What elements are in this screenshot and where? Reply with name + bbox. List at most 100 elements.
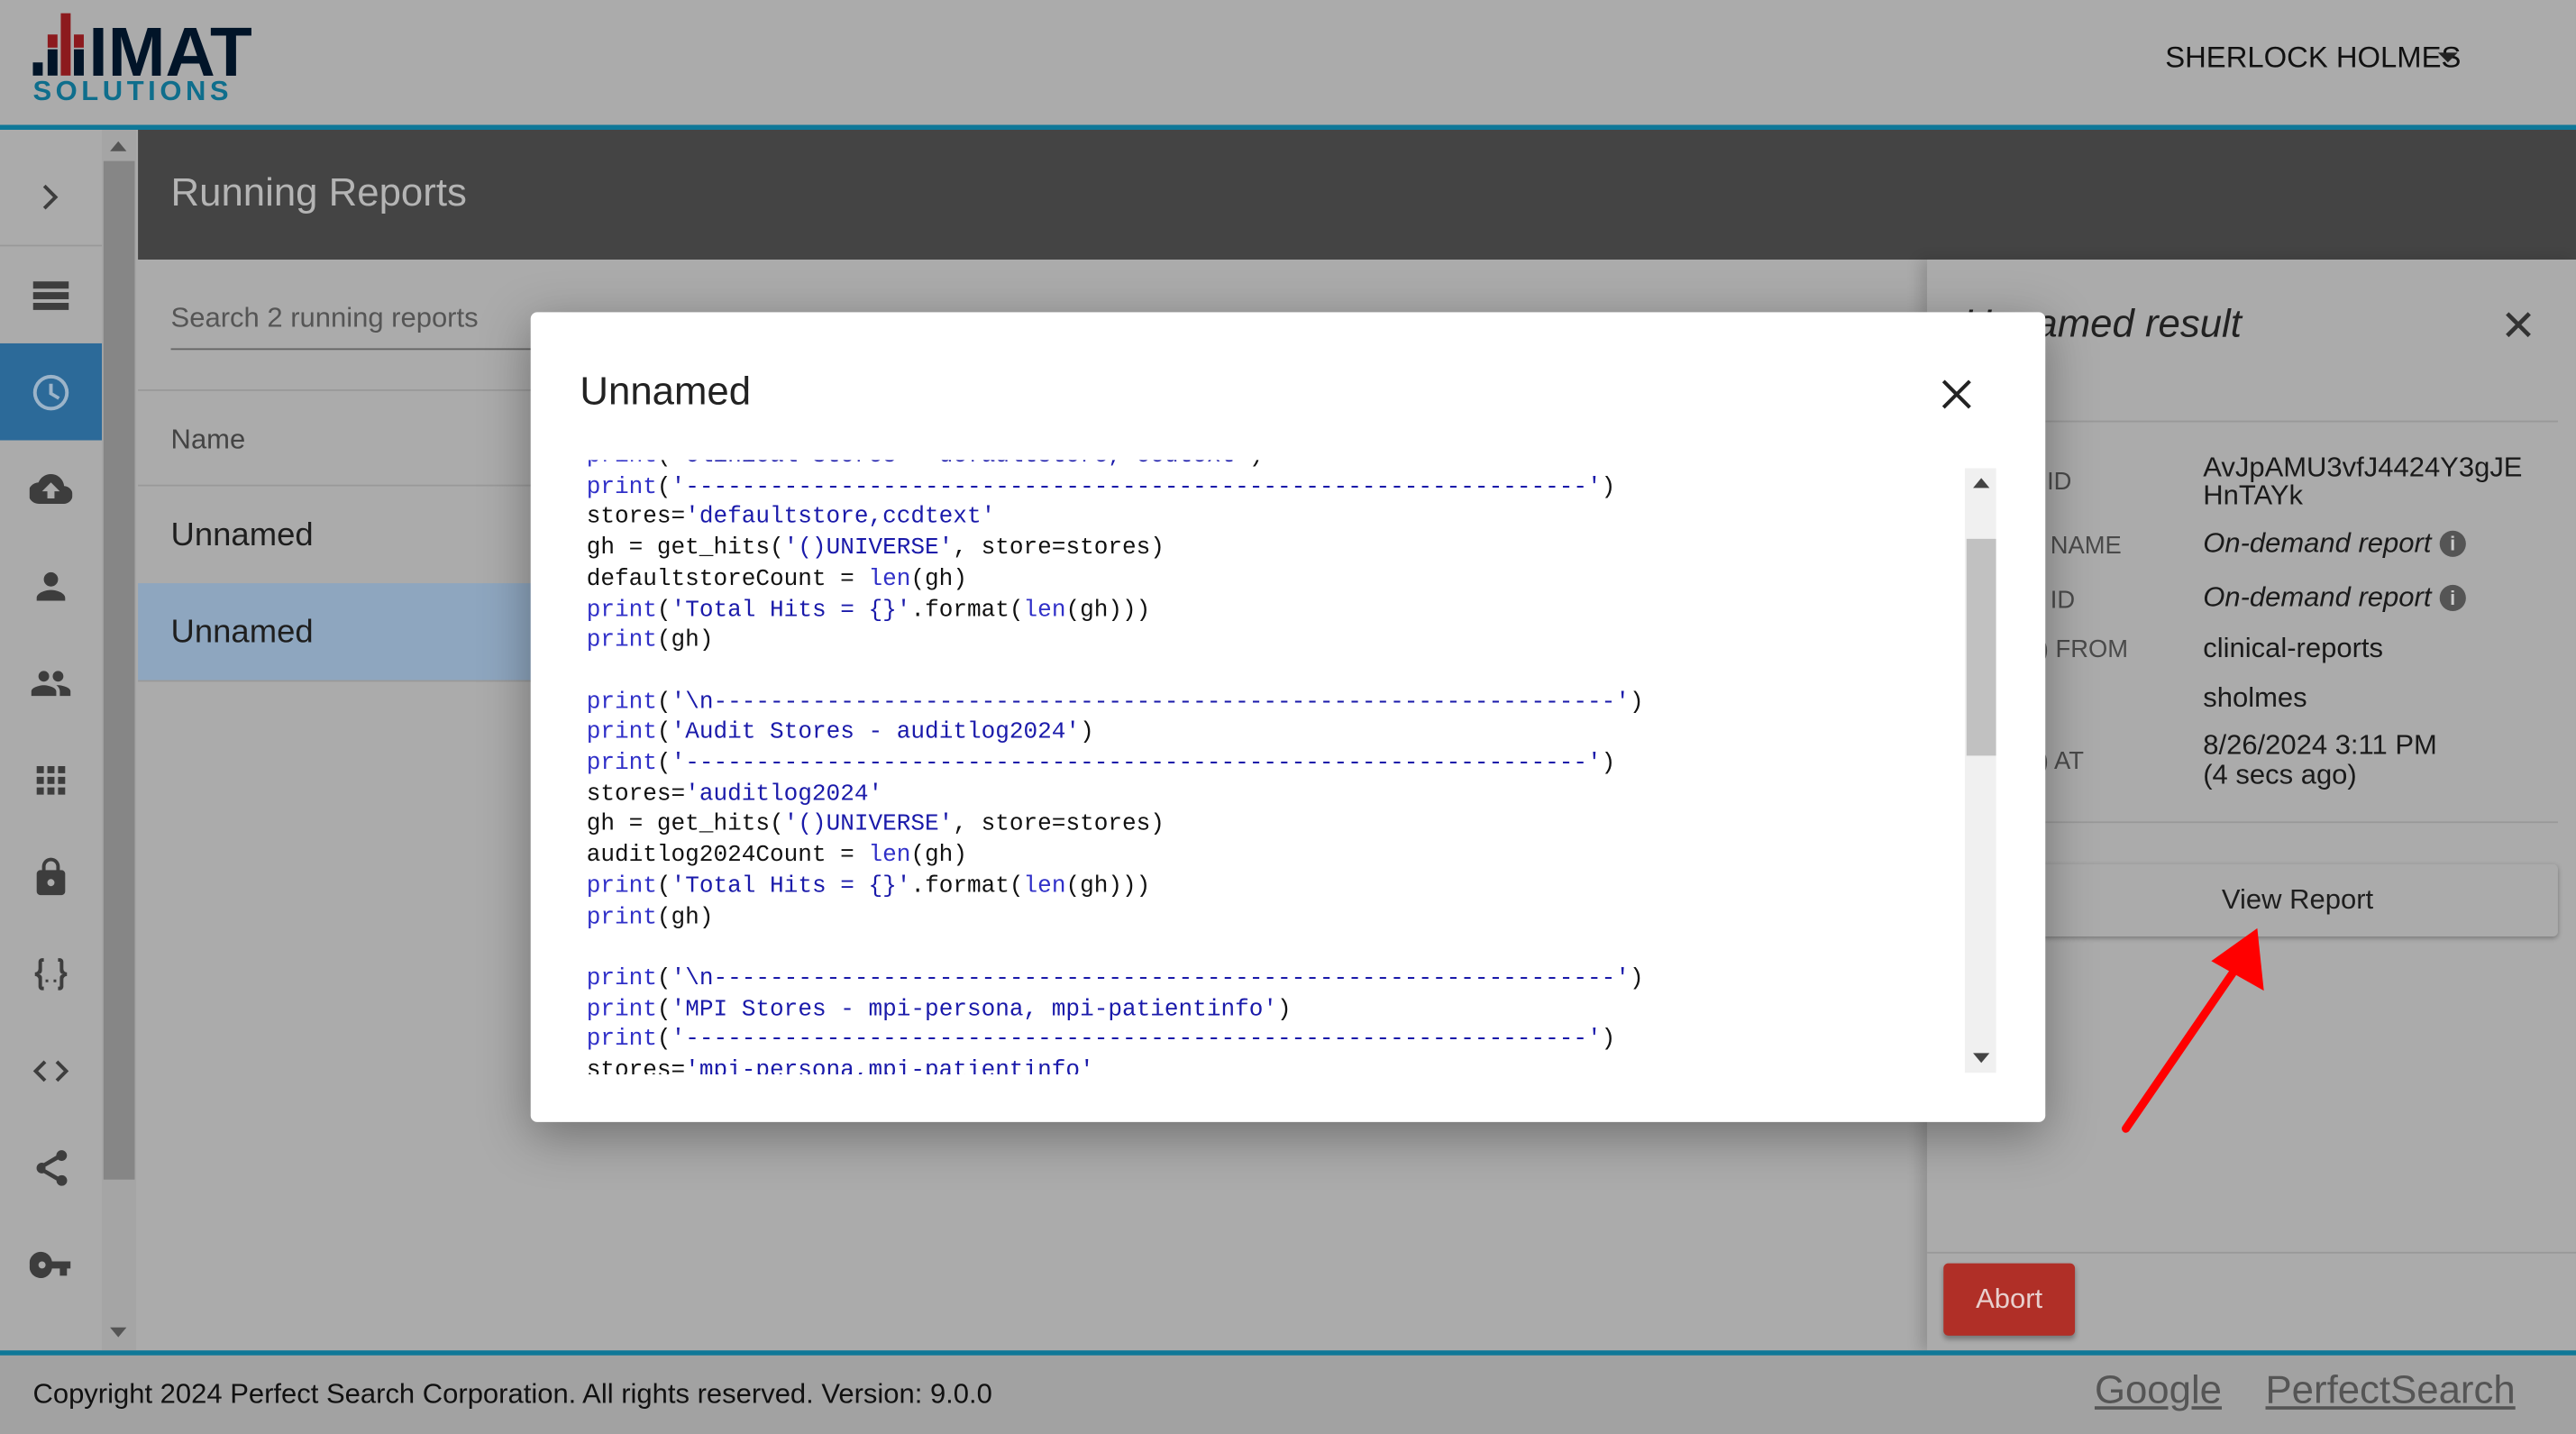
code-string: '---------------------------------------… [671,751,1602,778]
scroll-down-icon[interactable] [110,1327,127,1338]
code-line: auditlog2024Count = len(gh) [587,841,1967,872]
code-line: print(gh) [587,903,1967,934]
code-keyword: print [586,751,657,778]
column-header-name[interactable]: Name [171,424,246,456]
perfectsearch-link[interactable]: PerfectSearch [2266,1368,2516,1414]
code-line: print('---------------------------------… [587,1026,1967,1056]
code-keyword: print [586,1027,657,1055]
code-keyword: print [586,597,657,624]
code-keyword: len [868,566,911,593]
code-viewer[interactable]: print('Clinical Stores - defaultstore, c… [587,460,1967,1074]
code-text: stores= [586,505,686,532]
scroll-up-icon[interactable] [1973,478,1990,489]
code-content: print('Clinical Stores - defaultstore, c… [587,460,1967,1074]
code-string: '\n-------------------------------------… [671,965,1630,992]
code-text: ( [656,751,671,778]
code-icon [32,1059,69,1082]
code-text: ) [1629,965,1644,992]
sidebar-item-keys[interactable] [0,1216,102,1313]
red-annotation-arrow-icon [2122,927,2264,1133]
started-from-value: clinical-reports [2203,632,2383,664]
search-input[interactable]: Search 2 running reports [171,302,479,334]
code-text: gh = get_hits( [586,812,784,839]
close-icon[interactable] [1941,378,1973,410]
code-text: .format( [910,597,1024,624]
code-string: '---------------------------------------… [671,1027,1602,1055]
sidebar-item-security[interactable] [0,828,102,926]
code-keyword: print [586,689,657,717]
code-keyword: print [587,460,657,470]
sidebar-item-share[interactable] [0,1119,102,1216]
sidebar [0,129,103,1351]
code-keyword: print [586,474,657,501]
apps-grid-icon [36,765,66,794]
code-text: ( [656,597,671,624]
started-by-value: sholmes [2203,681,2307,714]
report-name-text: On-demand report [2203,527,2432,559]
scroll-up-icon[interactable] [110,141,127,151]
google-link[interactable]: Google [2095,1368,2222,1414]
sidebar-item-upload[interactable] [0,440,102,537]
sidebar-expand-button[interactable] [0,148,102,245]
sidebar-item-apps[interactable] [0,731,102,828]
code-text: , store=stores) [953,535,1165,562]
code-string: '---------------------------------------… [671,474,1602,501]
scroll-down-icon[interactable] [1973,1053,1990,1064]
sidebar-scrollbar-thumb[interactable] [103,160,135,1180]
code-string: 'MPI Stores - mpi-persona, mpi-patientin… [671,996,1278,1023]
report-id-text: On-demand report [2203,581,2432,613]
code-text: ( [656,1027,671,1055]
modal-title: Unnamed [580,370,752,415]
code-text: ) [1601,1027,1616,1055]
code-keyword: print [586,904,657,931]
chevron-right-icon [42,183,59,209]
lock-icon [36,856,66,895]
sidebar-item-code[interactable] [0,1022,102,1119]
list-icon [32,280,69,309]
table-row-selected[interactable]: Unnamed [138,583,549,680]
code-text: stores= [586,781,686,808]
sidebar-item-json[interactable] [0,925,102,1022]
code-line: stores='mpi-persona,mpi-patientinfo' [587,1056,1967,1074]
code-text: ) [1249,460,1264,470]
sidebar-item-running-reports[interactable] [0,343,103,441]
started-at-relative: (4 secs ago) [2203,759,2357,790]
code-text: ( [656,996,671,1023]
code-scrollbar-thumb[interactable] [1966,538,1996,756]
user-menu[interactable]: SHERLOCK HOLMES [2165,41,2461,76]
divider [138,388,549,391]
code-text: ) [1277,996,1292,1023]
cloud-upload-icon [29,473,73,504]
braces-icon [34,957,68,990]
code-text: (gh) [910,566,967,593]
code-line: print(gh) [587,626,1967,657]
info-icon[interactable]: i [2439,530,2466,557]
code-keyword: print [586,627,657,654]
code-line: print('Clinical Stores - defaultstore, c… [587,460,1967,472]
code-string: 'Clinical Stores - defaultstore, ccdtext… [671,460,1249,470]
code-text: ( [656,873,671,900]
code-line: print('---------------------------------… [587,472,1967,503]
sidebar-item-user[interactable] [0,537,102,635]
row-name: Unnamed [170,614,314,651]
search-underline [170,348,549,351]
person-icon [36,571,66,600]
code-text: stores= [586,1057,686,1075]
report-id-value: On-demand report i [2203,581,2466,613]
close-details-icon[interactable]: ✕ [2500,301,2536,352]
code-text: ( [657,460,671,470]
code-text: ( [656,474,671,501]
imat-solutions-logo: IMAT SOLUTIONS [32,13,252,105]
info-icon[interactable]: i [2439,584,2466,612]
sidebar-item-list[interactable] [0,246,102,343]
caret-down-icon[interactable] [2437,52,2458,63]
report-name-value: On-demand report i [2203,527,2466,559]
code-string: '()UNIVERSE' [783,535,954,562]
code-line: gh = get_hits('()UNIVERSE', store=stores… [587,810,1967,841]
table-row[interactable]: Unnamed [138,487,549,584]
code-text: (gh))) [1065,597,1151,624]
abort-button[interactable]: Abort [1943,1263,2076,1336]
sidebar-item-groups[interactable] [0,635,102,732]
